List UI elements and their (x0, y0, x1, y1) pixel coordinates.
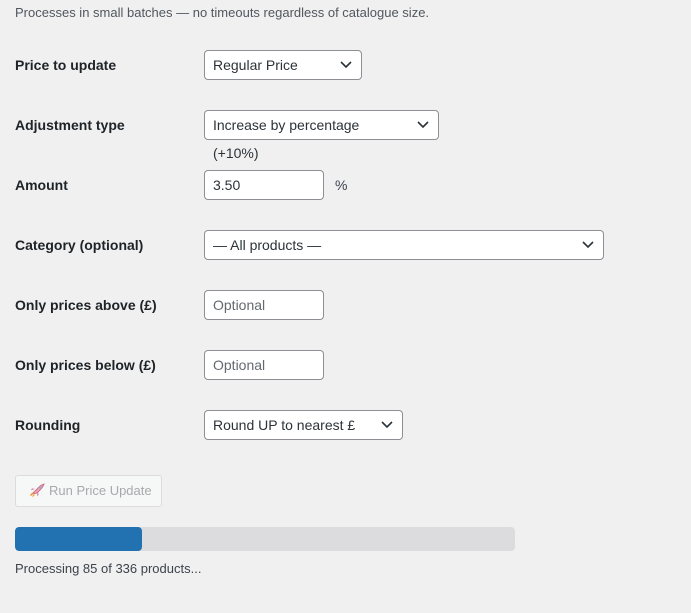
price-below-row: Only prices below (£) Optional (15, 350, 675, 380)
price-above-input[interactable]: Optional (204, 290, 324, 320)
rounding-row: Rounding Round UP to nearest £ (15, 410, 675, 440)
amount-label: Amount (15, 177, 68, 193)
amount-value: 3.50 (213, 177, 241, 193)
intro-text: Processes in small batches — no timeouts… (15, 5, 430, 20)
price-to-update-row: Price to update Regular Price (15, 50, 675, 80)
rounding-value: Round UP to nearest £ (213, 417, 356, 433)
chevron-down-icon (582, 241, 594, 249)
chevron-down-icon (381, 421, 393, 429)
adjustment-type-select[interactable]: Increase by percentage (+10%) (204, 110, 439, 161)
price-to-update-select[interactable]: Regular Price (204, 50, 362, 80)
run-price-update-label: Run Price Update (49, 483, 152, 498)
run-price-update-button[interactable]: Run Price Update (15, 475, 162, 507)
status-text: Processing 85 of 336 products... (15, 561, 202, 576)
rounding-label: Rounding (15, 417, 81, 433)
chevron-down-icon (417, 121, 429, 129)
price-below-input[interactable]: Optional (204, 350, 324, 380)
category-label: Category (optional) (15, 237, 144, 253)
amount-row: Amount 3.50 % (15, 170, 675, 200)
price-above-row: Only prices above (£) Optional (15, 290, 675, 320)
adjustment-type-label: Adjustment type (15, 117, 125, 133)
category-value: — All products — (213, 237, 322, 253)
adjustment-type-row: Adjustment type Increase by percentage (… (15, 110, 675, 161)
price-above-label: Only prices above (£) (15, 297, 157, 313)
price-above-placeholder: Optional (213, 297, 266, 313)
price-to-update-label: Price to update (15, 57, 117, 73)
rounding-select[interactable]: Round UP to nearest £ (204, 410, 403, 440)
price-below-placeholder: Optional (213, 357, 266, 373)
adjustment-type-value: Increase by percentage (+10%) (213, 117, 360, 161)
category-row: Category (optional) — All products — (15, 230, 675, 260)
progress-bar (15, 527, 515, 551)
price-below-label: Only prices below (£) (15, 357, 156, 373)
chevron-down-icon (340, 61, 352, 69)
rocket-icon (29, 483, 45, 497)
amount-suffix: % (335, 177, 348, 193)
amount-input[interactable]: 3.50 (204, 170, 324, 200)
progress-fill (15, 527, 142, 551)
category-select[interactable]: — All products — (204, 230, 604, 260)
price-to-update-value: Regular Price (213, 57, 298, 73)
